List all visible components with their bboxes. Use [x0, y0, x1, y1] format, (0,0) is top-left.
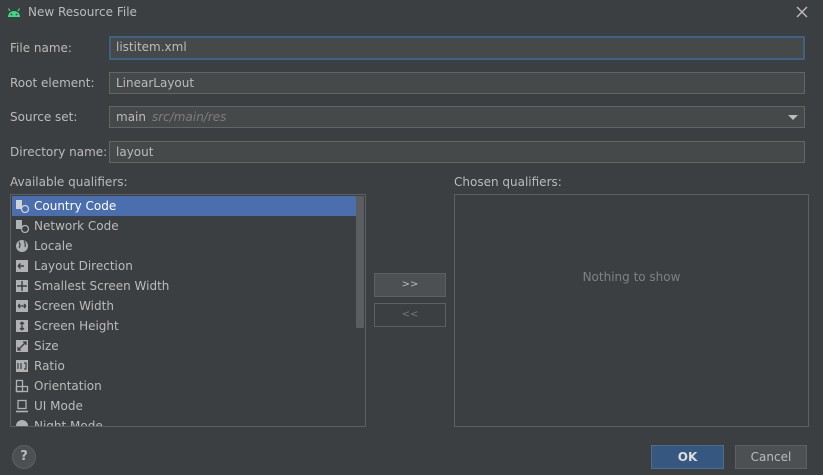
- list-item-size[interactable]: Size: [12, 336, 357, 356]
- qualifier-label: Night Mode: [34, 419, 103, 427]
- smallest-width-icon: [16, 280, 28, 292]
- ui-mode-icon: [16, 399, 28, 413]
- ok-button[interactable]: OK: [651, 445, 724, 469]
- qualifier-label: Size: [34, 339, 59, 353]
- root-element-label: Root element:: [10, 76, 95, 90]
- root-element-value: LinearLayout: [116, 76, 195, 90]
- help-button[interactable]: ?: [12, 445, 36, 469]
- scrollbar-thumb[interactable]: [356, 196, 364, 328]
- remove-qualifier-button[interactable]: <<: [374, 303, 446, 327]
- file-name-input[interactable]: listitem.xml: [109, 36, 805, 60]
- qualifier-label: Smallest Screen Width: [34, 279, 170, 293]
- globe-icon: [16, 240, 28, 252]
- available-qualifiers-label: Available qualifiers:: [10, 175, 128, 189]
- available-qualifiers-list[interactable]: Country Code Network Code Locale Layout …: [10, 194, 366, 427]
- list-item-ratio[interactable]: Ratio: [12, 356, 357, 376]
- list-item-screen-width[interactable]: Screen Width: [12, 296, 357, 316]
- directory-name-label: Directory name:: [10, 145, 108, 159]
- list-item-screen-height[interactable]: Screen Height: [12, 316, 357, 336]
- add-qualifier-button[interactable]: >>: [374, 273, 446, 297]
- empty-state-text: Nothing to show: [582, 270, 681, 284]
- source-set-label: Source set:: [10, 110, 78, 124]
- screen-width-icon: [16, 300, 28, 312]
- chevron-down-icon[interactable]: [788, 115, 798, 120]
- network-code-icon: [16, 220, 29, 233]
- list-item-night-mode[interactable]: Night Mode: [12, 416, 357, 427]
- qualifier-label: Network Code: [34, 219, 119, 233]
- source-set-dropdown[interactable]: main src/main/res: [109, 106, 805, 128]
- qualifier-label: Country Code: [34, 199, 117, 213]
- country-code-icon: [16, 200, 29, 213]
- directory-name-value: layout: [116, 145, 154, 159]
- root-element-input[interactable]: LinearLayout: [109, 72, 805, 94]
- list-item-smallest-screen-width[interactable]: Smallest Screen Width: [12, 276, 357, 296]
- file-name-value: listitem.xml: [116, 40, 187, 54]
- chosen-qualifiers-label: Chosen qualifiers:: [454, 175, 562, 189]
- qualifier-label: Orientation: [34, 379, 102, 393]
- qualifier-label: Ratio: [34, 359, 65, 373]
- orientation-icon: [15, 379, 29, 393]
- chosen-qualifiers-list[interactable]: Nothing to show: [454, 194, 809, 427]
- night-mode-icon: [16, 420, 28, 426]
- qualifier-label: Layout Direction: [34, 259, 133, 273]
- list-item-locale[interactable]: Locale: [12, 236, 357, 256]
- list-item-orientation[interactable]: Orientation: [12, 376, 357, 396]
- list-item-country-code[interactable]: Country Code: [12, 196, 357, 216]
- qualifier-label: Locale: [34, 239, 73, 253]
- screen-height-icon: [16, 320, 28, 332]
- android-logo-icon: [7, 8, 21, 17]
- qualifier-label: Screen Width: [34, 299, 114, 313]
- layout-direction-icon: [16, 260, 28, 272]
- window-title: New Resource File: [28, 5, 137, 19]
- qualifier-label: UI Mode: [34, 399, 83, 413]
- file-name-label: File name:: [10, 41, 72, 55]
- list-item-ui-mode[interactable]: UI Mode: [12, 396, 357, 416]
- list-item-layout-direction[interactable]: Layout Direction: [12, 256, 357, 276]
- source-set-hint: src/main/res: [151, 110, 227, 124]
- source-set-value: main: [116, 110, 146, 124]
- size-icon: [16, 340, 28, 352]
- list-item-network-code[interactable]: Network Code: [12, 216, 357, 236]
- directory-name-input[interactable]: layout: [109, 141, 805, 163]
- close-icon[interactable]: [793, 3, 811, 21]
- qualifier-label: Screen Height: [34, 319, 119, 333]
- ratio-icon: [16, 360, 28, 372]
- cancel-button[interactable]: Cancel: [735, 445, 807, 469]
- title-bar: New Resource File: [0, 0, 823, 26]
